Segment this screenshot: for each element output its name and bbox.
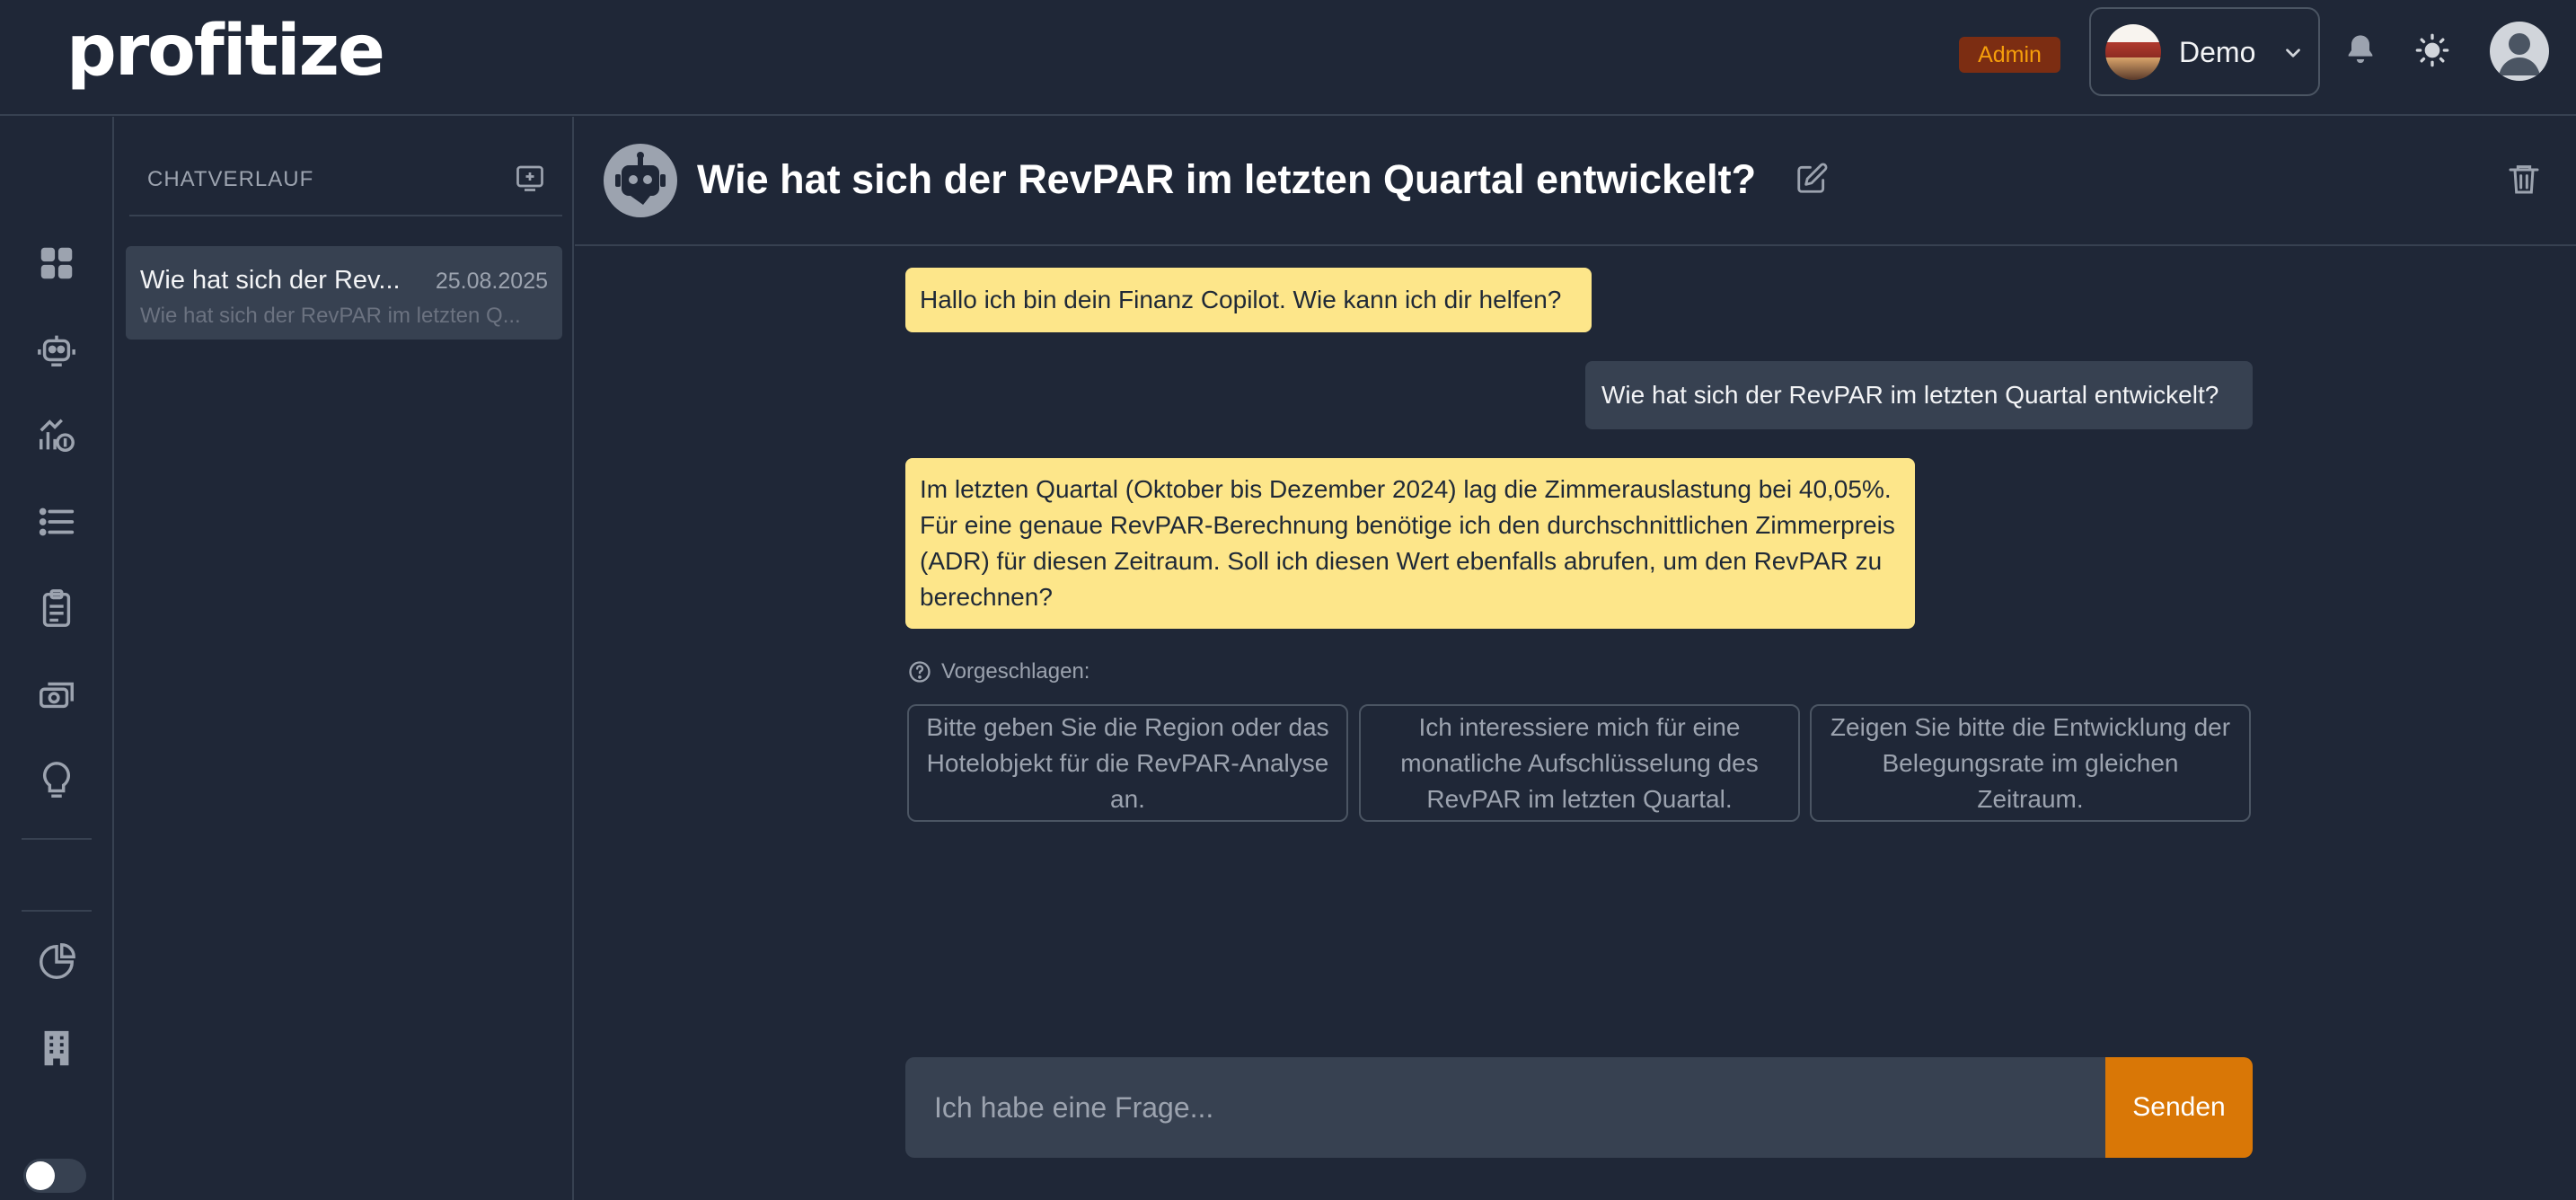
history-title: CHATVERLAUF (147, 167, 314, 191)
history-item[interactable]: Wie hat sich der Rev... 25.08.2025 Wie h… (126, 246, 562, 340)
edit-icon[interactable] (1795, 162, 1829, 196)
top-bar: profitize Admin Demo (0, 0, 2576, 116)
theme-toggle[interactable] (23, 1159, 86, 1193)
user-message: Wie hat sich der RevPAR im letzten Quart… (1585, 361, 2253, 429)
message-input[interactable] (905, 1057, 2105, 1158)
clipboard-icon[interactable] (36, 587, 77, 629)
suggested-label: Vorgeschlagen: (941, 659, 1090, 684)
chat-main: Wie hat sich der RevPAR im letzten Quart… (575, 117, 2576, 1200)
pie-chart-icon[interactable] (36, 941, 77, 983)
chart-money-icon[interactable] (36, 415, 77, 456)
robot-icon[interactable] (36, 329, 77, 370)
workspace-avatar (2105, 24, 2161, 80)
history-item-date: 25.08.2025 (435, 269, 548, 294)
cash-icon[interactable] (36, 674, 77, 715)
bell-icon[interactable] (2342, 32, 2378, 68)
history-item-title: Wie hat sich der Rev... (140, 266, 401, 295)
workspace-selector[interactable]: Demo (2089, 7, 2320, 96)
new-chat-icon[interactable] (514, 162, 546, 194)
chat-header: Wie hat sich der RevPAR im letzten Quart… (575, 117, 2576, 246)
user-avatar[interactable] (2490, 22, 2549, 81)
chat-title: Wie hat sich der RevPAR im letzten Quart… (697, 156, 1757, 202)
history-item-preview: Wie hat sich der RevPAR im letzten Q... (140, 304, 521, 328)
rail-divider (22, 910, 92, 912)
logo[interactable]: profitize (66, 11, 385, 92)
send-button[interactable]: Senden (2105, 1057, 2253, 1158)
bot-message: Im letzten Quartal (Oktober bis Dezember… (905, 458, 1915, 629)
rail-divider (22, 838, 92, 840)
suggestion-button[interactable]: Zeigen Sie bitte die Entwicklung der Bel… (1810, 704, 2251, 822)
help-circle-icon (909, 661, 931, 683)
suggestion-button[interactable]: Ich interessiere mich für eine monatlich… (1359, 704, 1800, 822)
bot-avatar (604, 144, 677, 217)
building-icon[interactable] (36, 1028, 77, 1069)
suggestion-button[interactable]: Bitte geben Sie die Region oder das Hote… (907, 704, 1348, 822)
dashboard-grid-icon[interactable] (36, 243, 77, 284)
trash-icon[interactable] (2506, 160, 2542, 198)
chat-history-panel: CHATVERLAUF Wie hat sich der Rev... 25.0… (115, 117, 574, 1200)
admin-badge: Admin (1959, 37, 2060, 73)
toggle-knob (26, 1161, 55, 1190)
message-composer: Senden (905, 1057, 2253, 1158)
workspace-label: Demo (2179, 36, 2256, 68)
bot-message: Hallo ich bin dein Finanz Copilot. Wie k… (905, 268, 1592, 332)
history-divider (129, 215, 562, 216)
robot-icon (615, 152, 666, 205)
sun-icon[interactable] (2414, 32, 2450, 68)
list-icon[interactable] (36, 501, 77, 543)
lightbulb-icon[interactable] (36, 760, 77, 801)
user-icon (2499, 33, 2540, 75)
chevron-down-icon (2286, 49, 2300, 57)
icon-rail (0, 117, 114, 1200)
